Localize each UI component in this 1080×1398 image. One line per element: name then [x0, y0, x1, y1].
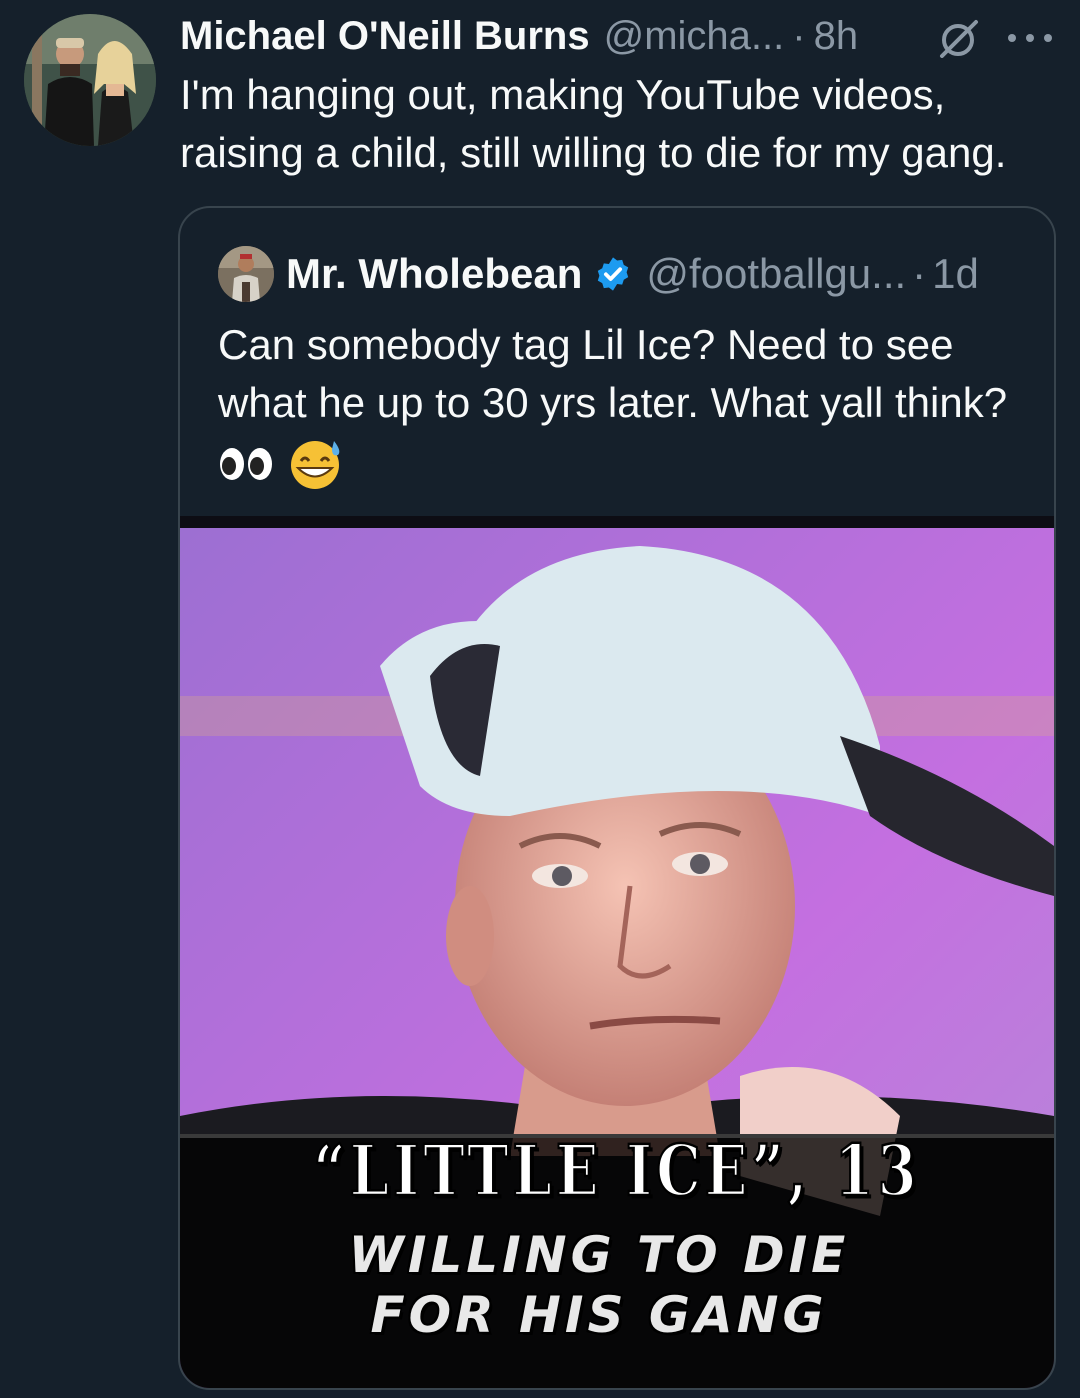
quoted-text-block: Can somebody tag Lil Ice? Need to see wh… [218, 316, 1018, 491]
quoted-author-handle[interactable]: @footballgu... [646, 250, 906, 298]
quoted-text: Can somebody tag Lil Ice? Need to see wh… [218, 321, 1008, 426]
quoted-avatar[interactable] [218, 246, 274, 302]
quoted-timestamp[interactable]: 1d [932, 250, 979, 298]
avatar[interactable] [24, 14, 156, 146]
author-name[interactable]: Michael O'Neill Burns [180, 14, 590, 59]
quoted-tweet[interactable]: Mr. Wholebean @footballgu... · 1d Can so… [178, 206, 1056, 1390]
media-caption-title: “LITTLE ICE”, 13 [312, 1129, 921, 1214]
tweet-text: I'm hanging out, making YouTube videos, … [180, 71, 1007, 176]
separator-dot: · [792, 13, 806, 58]
more-options-icon[interactable] [1008, 18, 1052, 58]
quoted-author-name[interactable]: Mr. Wholebean [286, 250, 582, 298]
grinning-sweat-emoji-icon [290, 440, 340, 489]
quoted-header: Mr. Wholebean @footballgu... · 1d [286, 248, 979, 300]
eyes-emoji-icon [220, 447, 272, 480]
author-handle[interactable]: @micha... [604, 14, 785, 59]
separator-dot: · [912, 250, 927, 297]
media-caption-line-2: WILLING TO DIE [348, 1226, 850, 1284]
mute-icon[interactable] [936, 18, 980, 58]
media-caption-line-3: FOR HIS GANG [370, 1286, 828, 1344]
verified-badge-icon [598, 257, 629, 291]
avatar-image [24, 14, 156, 146]
tweet-header: Michael O'Neill Burns @micha... · 8h [180, 10, 858, 62]
timestamp[interactable]: 8h [814, 14, 859, 59]
tweet[interactable]: Michael O'Neill Burns @micha... · 8h I'm… [0, 0, 1080, 1398]
quoted-avatar-image [218, 246, 274, 302]
